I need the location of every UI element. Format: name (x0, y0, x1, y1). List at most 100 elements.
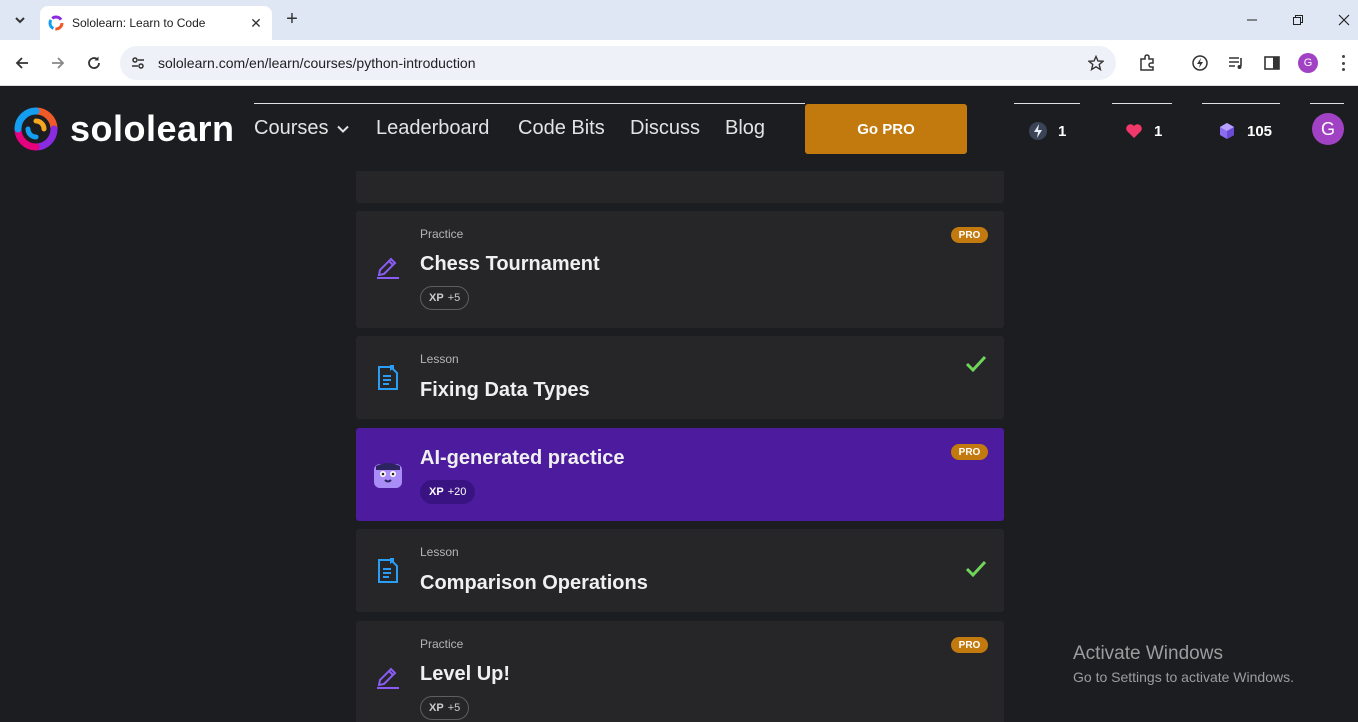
media-icon (1229, 57, 1242, 69)
ai-bot-icon (374, 463, 402, 488)
nav-blog[interactable]: Blog (725, 117, 765, 140)
forward-button[interactable] (46, 51, 70, 75)
practice-card-chess-tournament[interactable]: Practice Chess Tournament XP +5 PRO (356, 211, 1004, 328)
xp-pill: XP +5 (420, 696, 470, 720)
lesson-icon-wrap (374, 364, 402, 392)
address-bar[interactable]: sololearn.com/en/learn/courses/python-in… (120, 46, 1116, 80)
lesson-card-comparison-operations[interactable]: Lesson Comparison Operations (356, 529, 1004, 612)
minimize-button[interactable] (1242, 10, 1262, 30)
hearts-value: 1 (1154, 122, 1163, 140)
header-divider (1202, 103, 1280, 104)
extensions-button[interactable] (1137, 53, 1157, 73)
card-kind: Practice (420, 227, 464, 241)
reload-icon (88, 56, 100, 69)
nav-code-bits[interactable]: Code Bits (518, 117, 605, 140)
media-button[interactable] (1226, 53, 1246, 73)
hearts-counter[interactable]: 1 (1124, 121, 1162, 141)
nav-courses-label: Courses (254, 117, 329, 139)
lesson-icon (378, 365, 398, 390)
card-kind: Lesson (420, 545, 459, 559)
close-window-button[interactable] (1334, 10, 1354, 30)
xp-label: XP (429, 702, 444, 714)
tab-search-button[interactable] (8, 8, 32, 32)
forward-icon (52, 57, 65, 69)
back-icon (15, 57, 28, 69)
site-info-icon (132, 57, 144, 69)
nav-discuss[interactable]: Discuss (630, 117, 700, 140)
restore-button[interactable] (1288, 10, 1308, 30)
practice-icon (374, 254, 402, 282)
xp-label: XP (429, 486, 444, 498)
card-title: AI-generated practice (420, 447, 625, 469)
nav-leaderboard[interactable]: Leaderboard (376, 117, 489, 140)
ai-icon-wrap (371, 458, 405, 492)
browser-toolbar: sololearn.com/en/learn/courses/python-in… (0, 40, 1358, 86)
browser-tab-active[interactable]: Sololearn: Learn to Code ✕ (40, 6, 272, 40)
lesson-icon (378, 558, 398, 583)
chevron-down-icon (337, 125, 350, 133)
streak-counter[interactable]: 1 (1028, 121, 1066, 141)
go-pro-button[interactable]: Go PRO (805, 104, 967, 154)
performance-icon (1192, 55, 1208, 71)
tab-title: Sololearn: Learn to Code (72, 16, 206, 30)
card-title: Fixing Data Types (420, 379, 590, 401)
header-divider (1310, 103, 1344, 104)
bookmark-button[interactable] (1086, 53, 1106, 73)
user-avatar[interactable]: G (1312, 113, 1344, 145)
side-panel-button[interactable] (1262, 53, 1282, 73)
performance-button[interactable] (1190, 53, 1210, 73)
close-icon (1338, 14, 1350, 26)
back-button[interactable] (10, 51, 34, 75)
practice-card-level-up[interactable]: Practice Level Up! XP +5 PRO (356, 621, 1004, 722)
activate-windows-watermark: Activate Windows Go to Settings to activ… (1073, 643, 1294, 685)
nav-courses[interactable]: Courses (254, 117, 350, 140)
ai-practice-card[interactable]: AI-generated practice XP +20 PRO (356, 428, 1004, 521)
heart-icon (1126, 124, 1142, 138)
check-icon (965, 355, 987, 373)
logo-text: sololearn (70, 108, 235, 149)
gems-counter[interactable]: 105 (1217, 121, 1272, 141)
chevron-down-icon (15, 17, 25, 24)
xp-value: +20 (447, 486, 467, 498)
sololearn-favicon (48, 15, 64, 31)
menu-dot (1341, 61, 1345, 65)
reload-button[interactable] (82, 51, 106, 75)
pro-badge: PRO (951, 227, 988, 243)
browser-profile-button[interactable]: G (1298, 53, 1318, 73)
xp-pill: XP +5 (420, 286, 470, 310)
header-divider (1014, 103, 1080, 104)
sololearn-logo-icon (14, 107, 58, 151)
watermark-subtitle: Go to Settings to activate Windows. (1073, 669, 1294, 685)
pencil-icon (377, 257, 399, 279)
card-title: Level Up! (420, 663, 511, 685)
xp-value: +5 (447, 292, 461, 304)
header-divider (254, 103, 805, 104)
new-tab-button[interactable]: + (282, 8, 302, 30)
practice-icon (374, 664, 402, 692)
header-divider (1112, 103, 1172, 104)
browser-menu-button[interactable] (1336, 53, 1350, 73)
pencil-icon (377, 667, 399, 689)
gem-icon (1220, 123, 1234, 139)
lesson-icon-wrap (374, 557, 402, 585)
card-kind: Practice (420, 637, 464, 651)
close-tab-icon[interactable]: ✕ (248, 15, 264, 31)
site-header: sololearn Courses Leaderboard Code Bits … (0, 87, 1358, 171)
lesson-card-previous[interactable]: XP+5 (356, 171, 1004, 203)
lesson-card-fixing-data-types[interactable]: Lesson Fixing Data Types (356, 336, 1004, 419)
restore-icon (1293, 15, 1303, 25)
card-kind: Lesson (420, 352, 459, 366)
extensions-icon (1140, 54, 1154, 71)
url-text: sololearn.com/en/learn/courses/python-in… (158, 55, 476, 71)
streak-value: 1 (1058, 122, 1067, 140)
sololearn-logo[interactable]: sololearn (14, 107, 235, 151)
check-icon (965, 560, 987, 578)
lightning-icon (1029, 122, 1047, 140)
gems-value: 105 (1247, 122, 1273, 140)
xp-pill: XP +20 (420, 480, 476, 504)
browser-tabstrip: Sololearn: Learn to Code ✕ + (0, 0, 1358, 40)
xp-label: XP (429, 292, 444, 304)
minimize-icon (1247, 19, 1257, 21)
bookmark-star-icon (1088, 55, 1104, 71)
menu-dot (1341, 68, 1345, 71)
